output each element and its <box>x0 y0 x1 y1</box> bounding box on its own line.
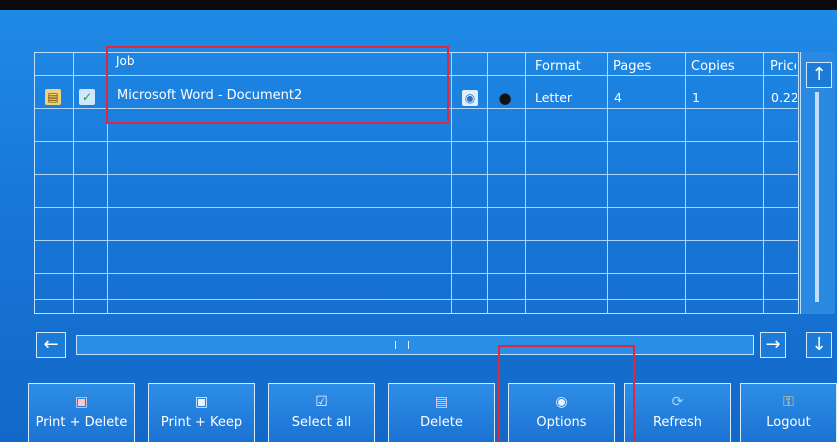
column-divider <box>607 53 608 313</box>
column-divider <box>763 53 764 313</box>
delete-document-icon: ▤ <box>434 394 449 410</box>
checklist-icon: ☑ <box>315 394 328 410</box>
format-cell: Letter <box>535 90 573 105</box>
refresh-button[interactable]: ⟳ Refresh <box>624 383 731 442</box>
column-divider <box>73 53 74 313</box>
table-divider <box>35 174 798 175</box>
vertical-scroll-thumb[interactable] <box>815 92 819 302</box>
table-divider <box>35 273 798 274</box>
delete-button[interactable]: ▤ Delete <box>388 383 495 442</box>
document-settings-icon: ◉ <box>462 90 478 106</box>
table-divider <box>35 207 798 208</box>
column-divider <box>685 53 686 313</box>
table-divider <box>35 240 798 241</box>
table-divider <box>35 141 798 142</box>
refresh-icon: ⟳ <box>671 394 684 410</box>
arrow-down-icon[interactable]: ↓ <box>806 332 832 358</box>
pages-cell: 4 <box>614 90 622 105</box>
horizontal-scrollbar[interactable] <box>76 335 754 355</box>
job-highlight-box <box>106 46 449 124</box>
options-highlight-box <box>498 345 635 442</box>
server-check-icon: ✓ <box>79 89 95 105</box>
header-pages: Pages <box>613 59 652 74</box>
print-queue-screen: Job Format Pages Copies Price ▤ ✓ Micros… <box>0 10 837 442</box>
arrow-up-icon[interactable]: ↑ <box>806 62 832 88</box>
column-divider <box>525 53 526 313</box>
select-all-button[interactable]: ☑ Select all <box>268 383 375 442</box>
header-price: Price <box>770 59 796 74</box>
print-keep-button[interactable]: ▣ Print + Keep <box>148 383 255 442</box>
vertical-scrollbar[interactable] <box>800 52 835 314</box>
column-divider <box>451 53 452 313</box>
copies-cell: 1 <box>692 90 700 105</box>
header-format: Format <box>535 59 581 74</box>
horizontal-scroll-grip[interactable] <box>395 341 409 349</box>
printer-icon: ▣ <box>194 394 209 410</box>
document-lock-icon: ▤ <box>45 89 61 105</box>
arrow-left-icon[interactable]: ← <box>36 332 66 358</box>
logout-icon: ⚿ <box>783 394 794 410</box>
price-cell: 0.22 <box>771 90 797 105</box>
header-copies: Copies <box>691 59 735 74</box>
print-delete-button[interactable]: ▣ Print + Delete <box>28 383 135 442</box>
column-divider <box>487 53 488 313</box>
color-mode-icon: ● <box>498 89 512 107</box>
arrow-right-icon[interactable]: → <box>760 332 786 358</box>
table-divider <box>35 299 798 300</box>
print-delete-icon: ▣ <box>74 394 89 410</box>
logout-button[interactable]: ⚿ Logout <box>740 383 837 442</box>
